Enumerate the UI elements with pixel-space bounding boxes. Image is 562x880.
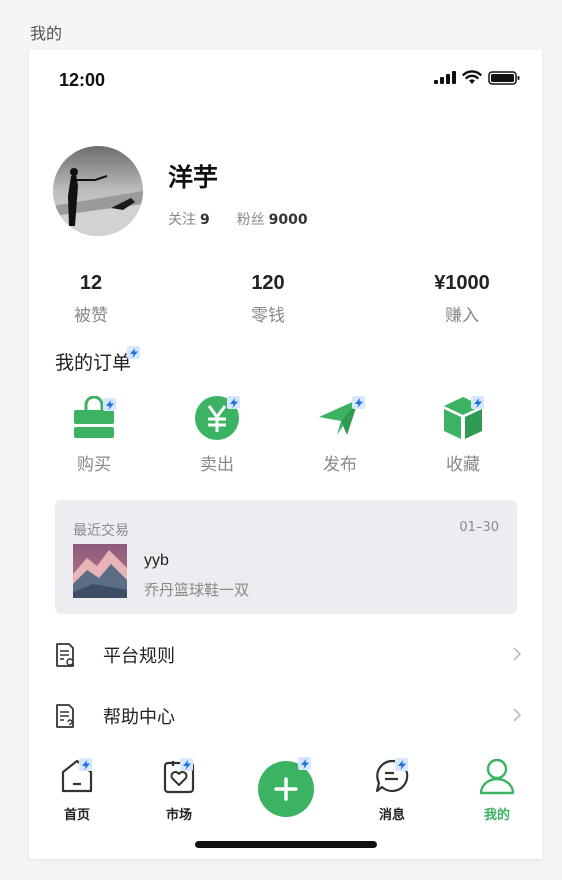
box-icon (423, 394, 503, 442)
tab-messages[interactable]: 消息 (357, 756, 427, 823)
shopping-bag-icon (54, 394, 134, 442)
tab-me[interactable]: 我的 (462, 756, 532, 823)
plus-icon (274, 777, 298, 801)
trade-item: 乔丹篮球鞋一双 (144, 581, 250, 599)
signal-icon (434, 71, 456, 84)
recent-trade-card[interactable]: 最近交易 01–30 yyb 乔丹篮球鞋一双 (55, 500, 517, 614)
profile-stats: 关注 9 粉丝 9000 (168, 209, 308, 229)
following-count[interactable]: 9 (200, 212, 210, 228)
tab-label: 我的 (483, 808, 510, 823)
order-label: 卖出 (200, 455, 234, 475)
wifi-icon (462, 70, 482, 84)
order-sell[interactable]: 卖出 (177, 394, 257, 475)
document-rules-icon (55, 642, 75, 672)
stat-value: ¥1000 (434, 272, 490, 294)
order-publish[interactable]: 发布 (300, 394, 380, 475)
status-time: 12:00 (59, 70, 106, 90)
bolt-badge-icon (298, 757, 311, 770)
tab-label: 消息 (378, 808, 405, 823)
tab-home[interactable]: 首页 (42, 756, 112, 823)
orders-title: 我的订单 (55, 346, 140, 375)
profile-name: 洋芋 (168, 163, 219, 192)
bolt-badge-icon (395, 758, 408, 771)
bolt-badge-icon (352, 396, 365, 409)
avatar[interactable] (53, 146, 143, 236)
trade-user: yyb (144, 552, 169, 569)
user-icon (462, 756, 532, 796)
following-label[interactable]: 关注 (168, 212, 196, 228)
home-icon (42, 756, 112, 796)
battery-icon (488, 70, 520, 85)
trade-thumbnail (73, 544, 127, 598)
menu-platform-rules[interactable]: 平台规则 (29, 634, 542, 674)
message-icon (357, 756, 427, 796)
stat-label: 赚入 (445, 306, 479, 326)
document-help-icon (55, 703, 75, 733)
bolt-badge-icon (227, 396, 240, 409)
order-favorites[interactable]: 收藏 (423, 394, 503, 475)
chevron-right-icon (512, 707, 522, 727)
menu-label: 平台规则 (103, 646, 175, 667)
stat-income[interactable]: ¥1000 赚入 (402, 272, 522, 326)
bolt-badge-icon (79, 758, 92, 771)
market-bag-icon (144, 756, 214, 796)
stat-value: 12 (79, 272, 103, 294)
tab-label: 首页 (63, 808, 90, 823)
order-label: 收藏 (446, 455, 480, 475)
tab-market[interactable]: 市场 (144, 756, 214, 823)
stat-label: 零钱 (251, 306, 285, 326)
menu-label: 帮助中心 (103, 707, 175, 728)
bolt-badge-icon (471, 396, 484, 409)
phone-screen: 12:00 洋芋 关注 9 粉丝 9000 12 被赞 120 零钱 ¥1000… (29, 50, 542, 859)
frame-label: 我的 (30, 24, 63, 43)
stat-label: 被赞 (74, 306, 108, 326)
order-label: 购买 (77, 455, 111, 475)
yuan-coin-icon (177, 394, 257, 442)
home-indicator[interactable] (195, 841, 377, 848)
tab-label: 市场 (165, 808, 192, 823)
orders-title-text: 我的订单 (55, 352, 132, 374)
order-buy[interactable]: 购买 (54, 394, 134, 475)
order-label: 发布 (323, 455, 357, 475)
recent-trade-date: 01–30 (459, 520, 499, 535)
stat-change[interactable]: 120 零钱 (208, 272, 328, 326)
paper-plane-icon (300, 394, 380, 442)
bolt-badge-icon (103, 398, 116, 411)
stat-likes[interactable]: 12 被赞 (31, 272, 151, 326)
publish-fab-button[interactable] (258, 757, 314, 817)
recent-trade-title: 最近交易 (73, 523, 129, 539)
fans-count[interactable]: 9000 (269, 212, 308, 228)
chevron-right-icon (512, 646, 522, 666)
menu-help-center[interactable]: 帮助中心 (29, 695, 542, 735)
bolt-badge-icon (127, 346, 140, 359)
bolt-badge-icon (180, 758, 193, 771)
fans-label[interactable]: 粉丝 (237, 212, 265, 228)
status-icons (434, 70, 520, 85)
stat-value: 120 (251, 272, 285, 294)
